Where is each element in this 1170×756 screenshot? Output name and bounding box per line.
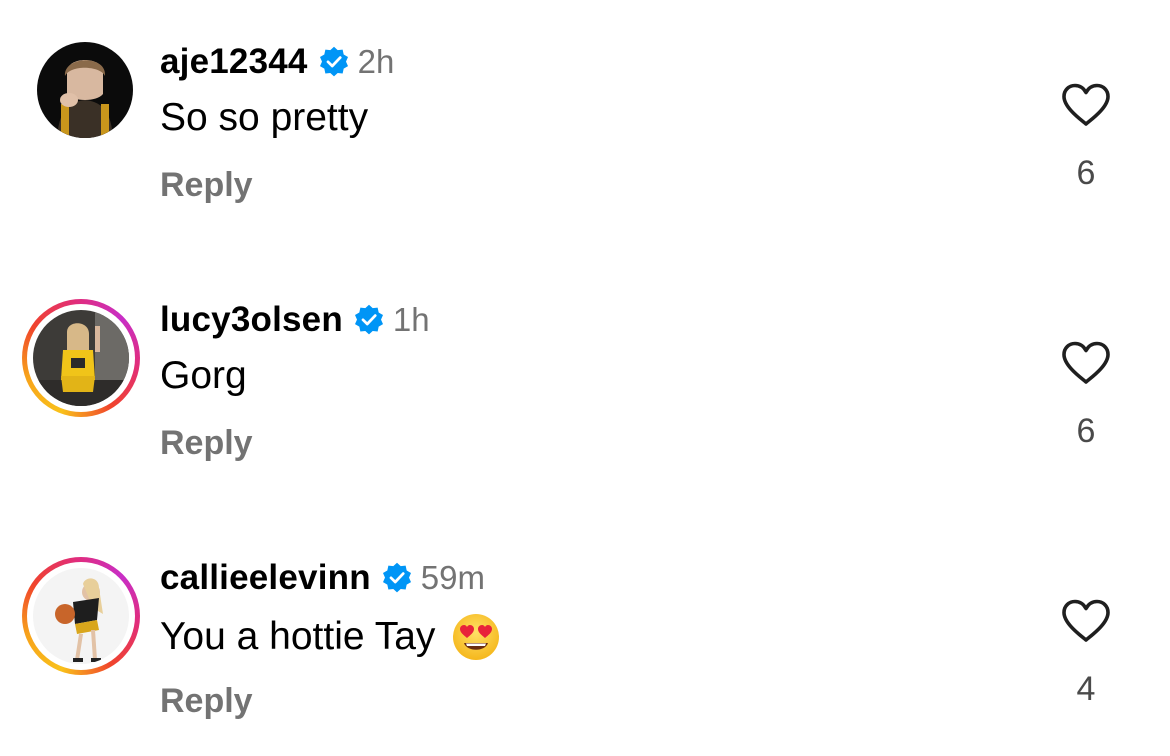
comment-text-content: Gorg	[160, 354, 247, 397]
reply-button[interactable]: Reply	[160, 682, 253, 721]
comment-item: callieelevinn 59m You a hottie Tay Reply…	[0, 516, 1170, 756]
heart-outline-icon[interactable]	[1060, 82, 1112, 128]
timestamp: 1h	[392, 301, 430, 338]
comment-text: So so pretty	[160, 96, 368, 140]
comment-text-content: You a hottie Tay	[160, 615, 436, 658]
comment-text: Gorg	[160, 354, 247, 398]
avatar-photo	[33, 310, 129, 406]
like-count: 6	[1076, 154, 1096, 192]
avatar[interactable]	[33, 568, 129, 664]
like-count: 6	[1076, 412, 1096, 450]
username[interactable]: callieelevinn	[160, 558, 371, 598]
reply-button[interactable]: Reply	[160, 424, 253, 463]
comment-text-content: So so pretty	[160, 96, 369, 139]
avatar[interactable]	[33, 310, 129, 406]
comment-text: You a hottie Tay	[160, 612, 501, 662]
heart-eyes-emoji-icon	[453, 614, 500, 660]
verified-badge-icon	[319, 46, 348, 77]
username[interactable]: aje12344	[160, 42, 308, 82]
avatar-photo	[33, 568, 129, 664]
reply-button[interactable]: Reply	[160, 166, 253, 205]
avatar[interactable]	[37, 42, 133, 138]
username[interactable]: lucy3olsen	[160, 300, 343, 340]
like-count: 4	[1076, 670, 1096, 708]
comment-item: aje12344 2h So so pretty Reply 6	[0, 0, 1170, 240]
verified-badge-icon	[354, 304, 383, 335]
heart-outline-icon[interactable]	[1060, 340, 1112, 386]
verified-badge-icon	[382, 562, 411, 593]
heart-outline-icon[interactable]	[1060, 598, 1112, 644]
comment-item: lucy3olsen 1h Gorg Reply 6	[0, 258, 1170, 498]
timestamp: 59m	[420, 559, 485, 596]
avatar-wrap[interactable]	[22, 557, 140, 675]
timestamp: 2h	[357, 43, 395, 80]
avatar-wrap[interactable]	[22, 299, 140, 417]
avatar-wrap[interactable]	[22, 41, 140, 159]
avatar-photo	[37, 42, 133, 138]
